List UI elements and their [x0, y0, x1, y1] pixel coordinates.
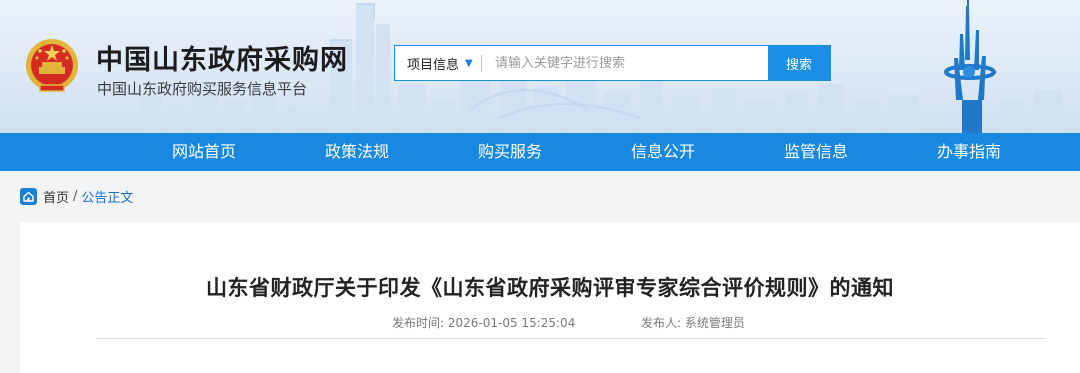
- main-nav: 网站首页 政策法规 购买服务 信息公开 监管信息 办事指南: [0, 133, 1080, 171]
- breadcrumb: 首页 / 公告正文: [20, 187, 133, 206]
- publisher: 发布人: 系统管理员: [641, 314, 745, 331]
- publisher-value: 系统管理员: [684, 316, 745, 330]
- site-subtitle: 中国山东政府购买服务信息平台: [97, 80, 308, 98]
- article-panel: 山东省财政厅关于印发《山东省政府采购评审专家综合评价规则》的通知 发布时间: 2…: [20, 222, 1080, 373]
- search-category-label: 项目信息: [407, 57, 460, 73]
- nav-item-policies[interactable]: 政策法规: [325, 133, 389, 171]
- nav-item-home[interactable]: 网站首页: [172, 133, 236, 171]
- home-icon[interactable]: [20, 187, 37, 205]
- landmark-tower-icon: [944, 0, 996, 133]
- publish-time: 发布时间: 2026-01-05 15:25:04: [392, 314, 575, 331]
- search-category-dropdown[interactable]: 项目信息 ▼: [395, 46, 485, 80]
- breadcrumb-home[interactable]: 首页: [43, 187, 69, 206]
- search-divider: [481, 55, 482, 71]
- nav-item-supervision[interactable]: 监管信息: [784, 133, 848, 171]
- publish-time-label: 发布时间:: [392, 316, 445, 330]
- caret-down-icon: ▼: [465, 57, 473, 69]
- search-input[interactable]: [491, 46, 767, 80]
- breadcrumb-current[interactable]: 公告正文: [81, 187, 133, 206]
- national-emblem-icon: [26, 39, 78, 92]
- nav-item-guide[interactable]: 办事指南: [937, 133, 1001, 171]
- site-title[interactable]: 中国山东政府采购网: [96, 38, 348, 77]
- search-button[interactable]: 搜索: [768, 46, 830, 80]
- publisher-label: 发布人:: [641, 316, 682, 330]
- site-header: 中国山东政府采购网 中国山东政府购买服务信息平台 项目信息 ▼ 搜索: [0, 0, 1080, 133]
- article-title: 山东省财政厅关于印发《山东省政府采购评审专家综合评价规则》的通知: [206, 276, 894, 300]
- title-divider: [96, 338, 1046, 339]
- nav-item-purchase-services[interactable]: 购买服务: [478, 133, 542, 171]
- search-bar: 项目信息 ▼ 搜索: [394, 45, 831, 81]
- nav-item-disclosure[interactable]: 信息公开: [631, 133, 695, 171]
- breadcrumb-separator: /: [73, 188, 78, 204]
- publish-time-value: 2026-01-05 15:25:04: [447, 316, 576, 330]
